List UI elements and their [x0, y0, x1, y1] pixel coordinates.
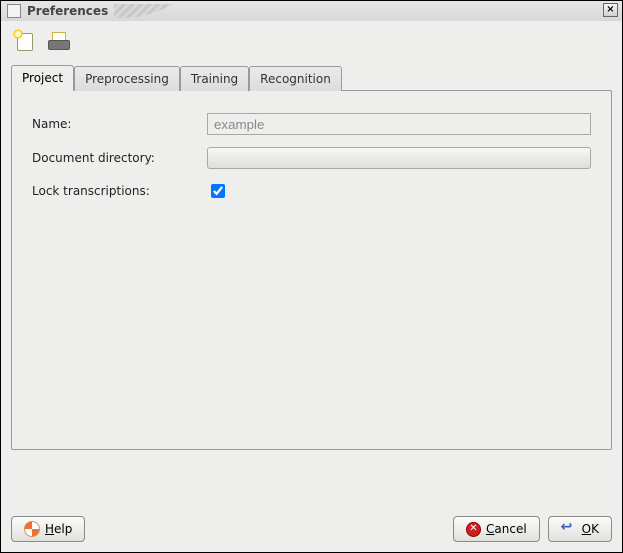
toolbar [1, 21, 622, 59]
row-lock: Lock transcriptions: [32, 181, 591, 201]
help-button[interactable]: Help [11, 516, 85, 542]
tabs-container: Project Preprocessing Training Recogniti… [11, 65, 612, 450]
ok-button-label: OK [582, 522, 599, 536]
docdir-field[interactable] [207, 147, 591, 169]
toolbar-new-button[interactable] [13, 29, 37, 53]
tab-label: Recognition [260, 72, 331, 86]
name-label: Name: [32, 117, 207, 131]
tab-label: Preprocessing [85, 72, 169, 86]
window-titlebar[interactable]: Preferences × [1, 1, 622, 22]
docdir-label: Document directory: [32, 151, 207, 165]
cancel-icon: ✕ [466, 522, 481, 537]
row-name: Name: [32, 113, 591, 135]
cancel-button[interactable]: ✕ Cancel [453, 516, 540, 542]
tab-page-project: Name: Document directory: Lock transcrip… [11, 90, 612, 450]
ok-enter-icon [561, 522, 577, 536]
tab-recognition[interactable]: Recognition [249, 66, 342, 91]
name-field[interactable] [207, 113, 591, 135]
help-button-label: Help [45, 522, 72, 536]
tab-project[interactable]: Project [11, 65, 74, 91]
tab-training[interactable]: Training [180, 66, 249, 91]
titlebar-decoration [114, 4, 174, 18]
preferences-window: Preferences × Project Preprocessing Trai… [0, 0, 623, 553]
cancel-button-label: Cancel [486, 522, 527, 536]
window-close-button[interactable]: × [603, 3, 618, 17]
window-client-area: Project Preprocessing Training Recogniti… [1, 21, 622, 552]
printer-icon [48, 32, 70, 50]
tab-label: Project [22, 71, 63, 85]
window-title: Preferences [27, 4, 108, 18]
help-icon [24, 521, 40, 537]
toolbar-print-button[interactable] [47, 29, 71, 53]
window-system-menu-icon[interactable] [7, 4, 21, 18]
button-bar: Help ✕ Cancel OK [11, 516, 612, 542]
new-document-icon [15, 31, 35, 51]
tabstrip: Project Preprocessing Training Recogniti… [11, 65, 612, 90]
tab-preprocessing[interactable]: Preprocessing [74, 66, 180, 91]
tab-label: Training [191, 72, 238, 86]
row-docdir: Document directory: [32, 147, 591, 169]
lock-label: Lock transcriptions: [32, 184, 207, 198]
lock-transcriptions-checkbox[interactable] [211, 184, 225, 198]
ok-button[interactable]: OK [548, 516, 612, 542]
